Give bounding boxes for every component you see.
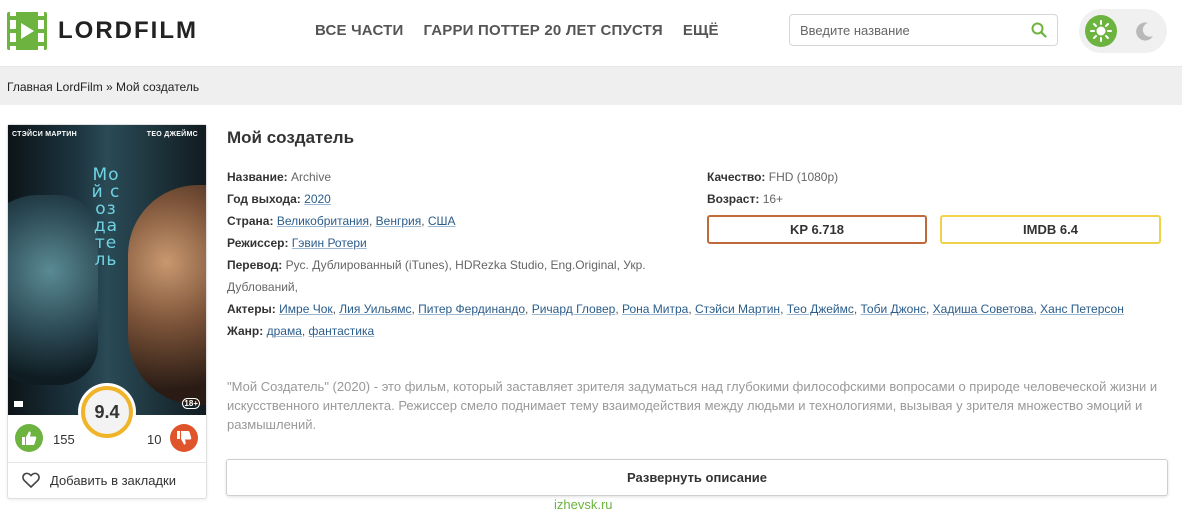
genre-label: Жанр: [227,324,264,338]
movie-info-wide: Актеры: Имре Чок, Лия Уильямс, Питер Фер… [227,298,1167,342]
year-label: Год выхода: [227,192,301,206]
genre-link[interactable]: фантастика [309,324,375,338]
age-label: Возраст: [707,192,760,206]
dislike-button[interactable] [170,424,198,452]
moon-icon[interactable] [1133,19,1157,43]
actor-link[interactable]: Хадиша Советова [933,302,1034,316]
add-bookmark-button[interactable]: Добавить в закладки [22,472,176,488]
like-count: 155 [53,432,75,447]
name-value: Archive [290,170,331,184]
thumbs-up-icon [22,431,37,445]
site-header: LORDFILM ВСЕ ЧАСТИ ГАРРИ ПОТТЕР 20 ЛЕТ С… [0,0,1182,67]
poster-actor-left: СТЭЙСИ МАРТИН [12,131,77,138]
search-icon[interactable] [1031,22,1047,38]
poster-actor-right: ТЕО ДЖЕЙМС [146,131,198,138]
like-button[interactable] [15,424,43,452]
actors-label: Актеры: [227,302,276,316]
poster-robot-figure [8,195,98,385]
actor-link[interactable]: Ханс Петерсон [1040,302,1124,316]
sun-icon [1090,20,1112,42]
translation-value: Рус. Дублированный (iTunes), HDRezka Stu… [227,258,646,294]
actor-link[interactable]: Имре Чок [279,302,332,316]
actor-link[interactable]: Лия Уильямс [339,302,411,316]
poster-title: Мой создатель [91,165,121,270]
info-row-actors: Актеры: Имре Чок, Лия Уильямс, Питер Фер… [227,302,1124,316]
nav-item-more[interactable]: ЕЩЁ [683,22,719,39]
bookmark-label: Добавить в закладки [50,472,176,488]
description-fade [227,440,1167,460]
heart-icon [22,472,40,488]
breadcrumb-bar: Главная LordFilm » Мой создатель [0,67,1182,105]
country-link[interactable]: Венгрия [376,214,422,228]
imdb-rating-badge: IMDB 6.4 [940,215,1161,244]
poster-age-badge: 18+ [182,398,200,409]
movie-info: Название: Archive Год выхода: 2020 Стран… [227,166,707,298]
search-input[interactable] [798,22,1022,39]
actor-link[interactable]: Питер Фердинандо [418,302,525,316]
nav-item-all-parts[interactable]: ВСЕ ЧАСТИ [315,22,403,39]
poster-logo-icon [14,401,23,407]
quality-label: Качество: [707,170,766,184]
info-row-age: Возраст: 16+ [707,188,1167,210]
kp-rating-badge: KP 6.718 [707,215,927,244]
light-theme-button[interactable] [1085,15,1117,47]
actor-link[interactable]: Тео Джеймс [787,302,854,316]
nav-item-harry-potter[interactable]: ГАРРИ ПОТТЕР 20 ЛЕТ СПУСТЯ [423,22,662,39]
info-row-year: Год выхода: 2020 [227,188,707,210]
dislike-count: 10 [147,432,162,447]
user-rating-badge: 9.4 [81,386,133,438]
director-link[interactable]: Гэвин Ротери [292,236,367,250]
country-link[interactable]: Великобритания [277,214,369,228]
site-logo[interactable]: LORDFILM [7,12,198,50]
genre-link[interactable]: драма [267,324,302,338]
card-divider [8,462,206,463]
country-label: Страна: [227,214,274,228]
quality-value: FHD (1080p) [768,170,839,184]
movie-description: "Мой Создатель" (2020) - это фильм, кото… [227,379,1158,432]
director-label: Режиссер: [227,236,289,250]
info-row-translation: Перевод: Рус. Дублированный (iTunes), HD… [227,254,707,298]
breadcrumb[interactable]: Главная LordFilm » Мой создатель [7,80,199,94]
age-value: 16+ [762,192,784,206]
info-row-country: Страна: Великобритания, Венгрия, США [227,214,456,228]
info-row-director: Режиссер: Гэвин Ротери [227,232,707,254]
poster-man-figure [128,185,206,405]
country-link[interactable]: США [428,214,456,228]
logo-text: LORDFILM [58,17,198,44]
movie-poster[interactable]: СТЭЙСИ МАРТИН ТЕО ДЖЕЙМС Мой создатель 1… [8,125,206,415]
watermark: izhevsk.ru [554,497,613,512]
actor-link[interactable]: Стэйси Мартин [695,302,780,316]
expand-description-button[interactable]: Развернуть описание [226,459,1168,496]
film-play-icon [7,12,47,50]
translation-label: Перевод: [227,258,283,272]
actor-link[interactable]: Рона Митра [622,302,688,316]
info-row-quality: Качество: FHD (1080p) [707,166,1167,188]
thumbs-down-icon [177,431,192,445]
year-link[interactable]: 2020 [304,192,331,206]
name-label: Название: [227,170,288,184]
poster-card: СТЭЙСИ МАРТИН ТЕО ДЖЕЙМС Мой создатель 1… [7,124,207,499]
info-row-name: Название: Archive [227,166,707,188]
main-nav: ВСЕ ЧАСТИ ГАРРИ ПОТТЕР 20 ЛЕТ СПУСТЯ ЕЩЁ [315,22,739,39]
movie-title: Мой создатель [227,128,355,147]
search-box [789,14,1058,46]
actor-link[interactable]: Тоби Джонс [861,302,926,316]
info-row-genre: Жанр: драма, фантастика [227,324,375,338]
actor-link[interactable]: Ричард Гловер [532,302,616,316]
theme-switch [1079,9,1167,53]
